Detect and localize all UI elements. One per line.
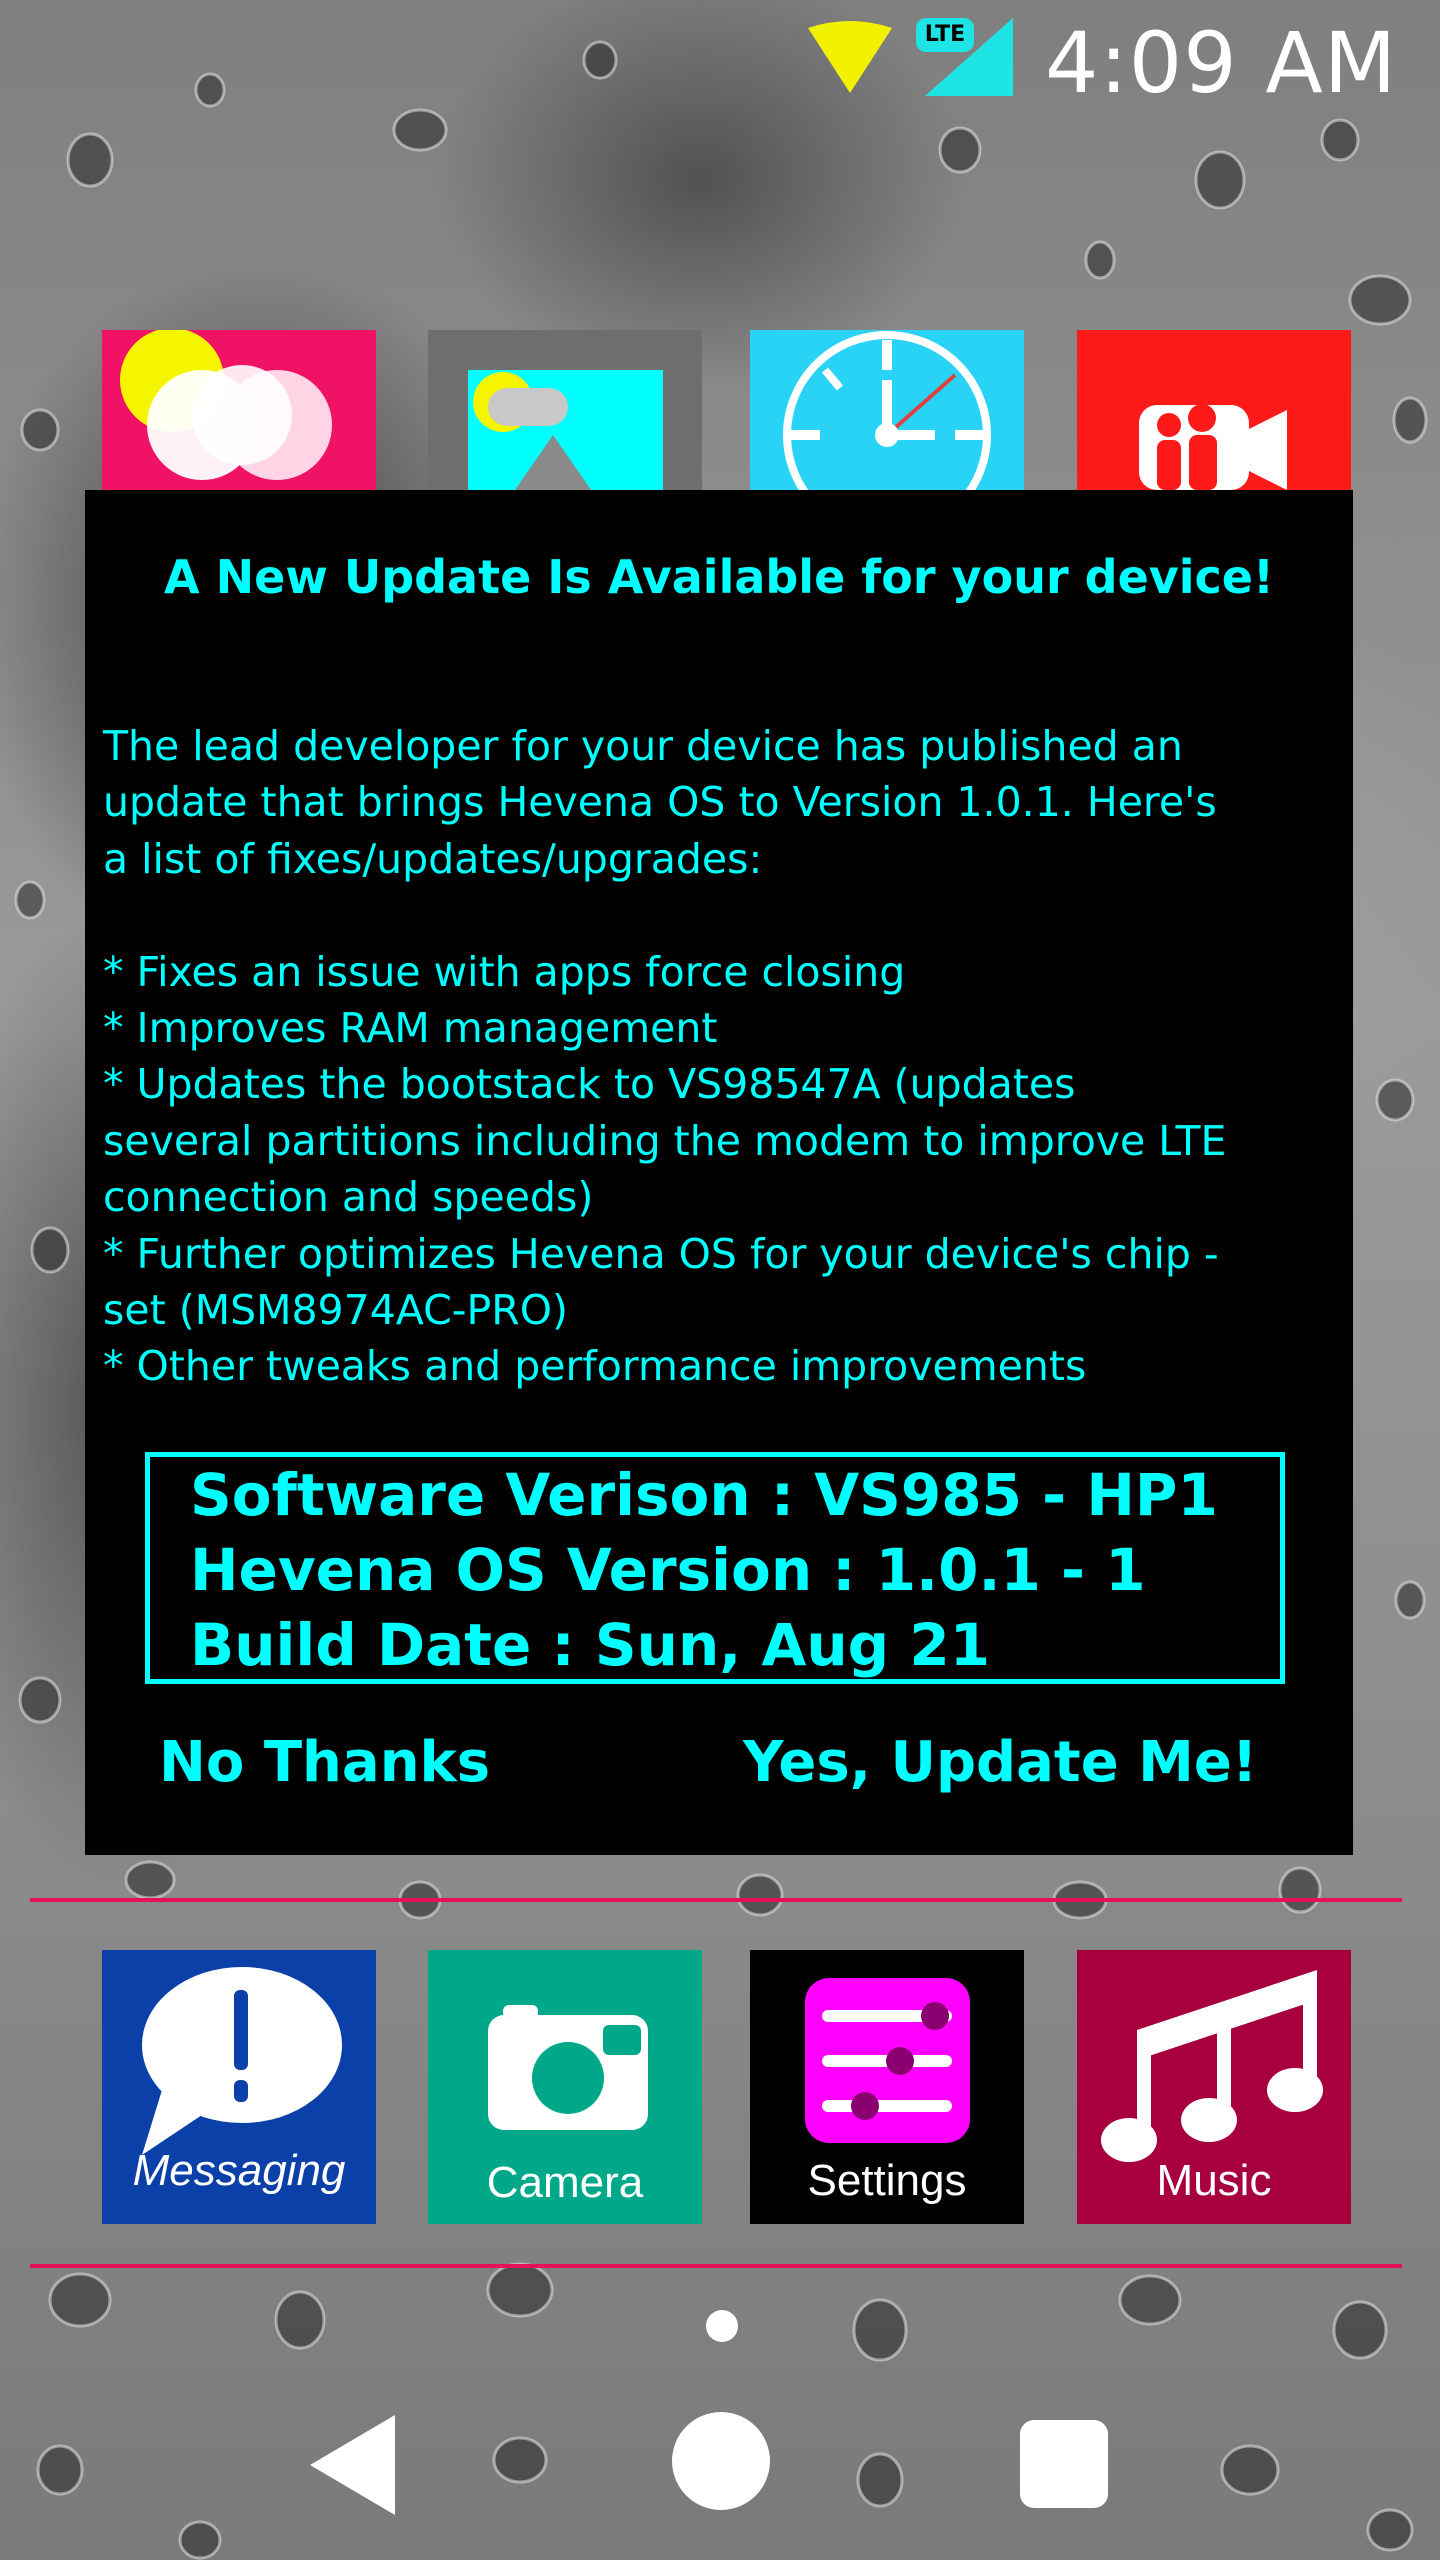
os-version-text: Hevena OS Version : 1.0.1 - 1: [190, 1536, 1146, 1604]
gallery-app-icon[interactable]: [428, 330, 702, 490]
status-clock: 4:09 AM: [1045, 14, 1398, 112]
camera-label: Camera: [486, 2158, 644, 2207]
camera-app[interactable]: Camera: [428, 1950, 702, 2224]
dock-divider-top: [30, 1898, 1402, 1902]
page-indicator-dot: [706, 2310, 738, 2342]
messaging-app[interactable]: Messaging: [102, 1950, 376, 2224]
dialog-body-text: The lead developer for your device has p…: [103, 722, 1227, 1391]
version-info-box: Software Verison : VS985 - HP1 Hevena OS…: [145, 1452, 1285, 1684]
photos-bubbles-icon: [120, 330, 332, 480]
clock-app-icon[interactable]: [750, 330, 1024, 490]
build-date-text: Build Date : Sun, Aug 21: [190, 1611, 991, 1679]
lte-badge: LTE: [916, 18, 974, 52]
update-button[interactable]: Yes, Update Me!: [743, 1730, 1257, 1795]
home-icon[interactable]: [672, 2412, 770, 2510]
video-camera-icon: [1139, 404, 1287, 490]
back-icon[interactable]: [310, 2415, 400, 2515]
no-thanks-button[interactable]: No Thanks: [159, 1730, 490, 1795]
wifi-icon: [808, 21, 892, 93]
music-app[interactable]: Music: [1077, 1950, 1351, 2224]
settings-app[interactable]: Settings: [750, 1950, 1024, 2224]
photos-app-icon[interactable]: [102, 330, 376, 490]
dock-divider-bottom: [30, 2264, 1402, 2268]
dialog-title: A New Update Is Available for your devic…: [164, 550, 1274, 604]
recents-icon[interactable]: [1020, 2420, 1108, 2508]
video-app-icon[interactable]: [1077, 330, 1351, 490]
gallery-picture-icon: [468, 370, 663, 490]
settings-label: Settings: [807, 2156, 967, 2205]
software-version-text: Software Verison : VS985 - HP1: [190, 1461, 1218, 1529]
status-bar: LTE 4:09 AM: [0, 0, 1440, 112]
clock-face-icon: [783, 331, 991, 490]
messaging-label: Messaging: [132, 2146, 346, 2195]
music-label: Music: [1156, 2156, 1272, 2205]
update-dialog: A New Update Is Available for your devic…: [85, 490, 1353, 1855]
